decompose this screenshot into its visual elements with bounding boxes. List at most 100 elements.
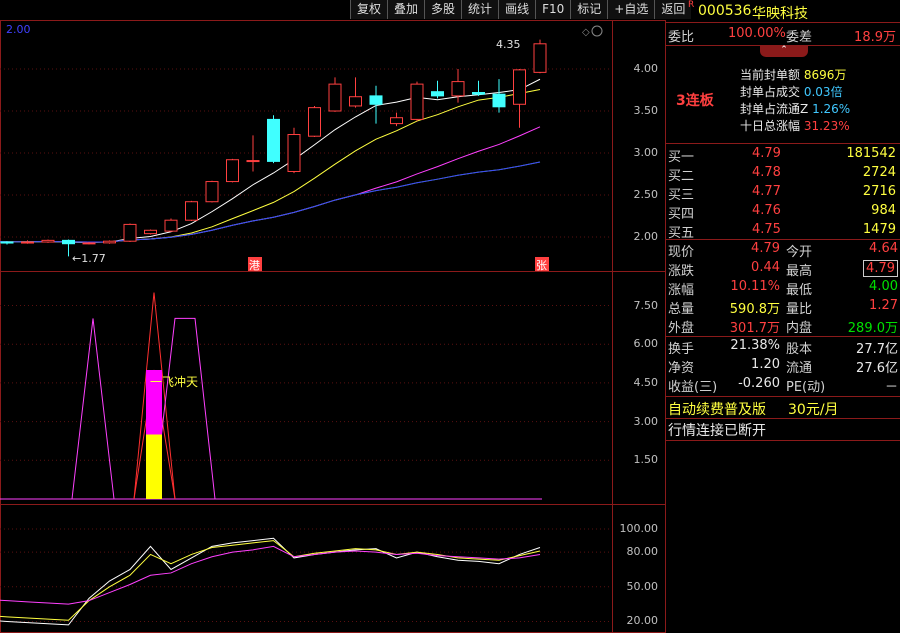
quote-stat-row: 外盘 301.7万 内盘 289.0万 [666, 317, 900, 336]
quote-stat-row: 收益(三) -0.260 PE(动) － [666, 376, 900, 395]
stat-value: 4.79 [751, 241, 780, 256]
promo-text[interactable]: 自动续费普及版 [668, 399, 766, 419]
signal-peak-line [71, 318, 115, 500]
stat-value: 1.20 [751, 357, 780, 372]
weicha-value: 18.9万 [854, 30, 896, 45]
stock-code: 000536 [698, 3, 752, 19]
quote-header: R 000536 华映科技 [666, 0, 900, 23]
stat-label: 股本 [786, 342, 813, 357]
stat-value: 289.0万 [847, 321, 898, 336]
quote-stat-row: 涨幅 10.11% 最低 4.00 [666, 279, 900, 298]
bid-label: 买二 [668, 169, 695, 184]
candle-body [369, 95, 383, 105]
candle-body [246, 160, 260, 163]
chevron-diamond-icon[interactable]: ◇ [582, 27, 590, 38]
bid-row[interactable]: 买一 4.79 181542 [666, 146, 900, 165]
chart-canvas[interactable]: 2.00 4.35 ←1.77 港 张 一飞冲天 ◇ [0, 0, 666, 633]
bid-row[interactable]: 买四 4.76 984 [666, 203, 900, 222]
bid-price: 4.79 [752, 146, 781, 161]
bid-price: 4.77 [752, 184, 781, 199]
promo-price[interactable]: 30元/月 [788, 399, 839, 419]
weibi-value: 100.00% [728, 26, 786, 41]
r-mark: R [688, 0, 695, 10]
stat-label: 总量 [668, 302, 695, 317]
stat-label: 现价 [668, 245, 695, 260]
indicator2-axis-tick: 80.00 [626, 545, 659, 559]
candle-body [533, 43, 547, 73]
oscillator-line [0, 537, 541, 626]
bid-label: 买一 [668, 150, 695, 165]
info-row: 当前封单额 8696万 [740, 68, 847, 82]
candle-body [144, 229, 157, 235]
bid-label: 买三 [668, 188, 695, 203]
price-axis-tick: 3.00 [633, 146, 659, 159]
bid-price: 4.78 [752, 165, 781, 180]
candle-body [226, 159, 239, 183]
bid-row[interactable]: 买二 4.78 2724 [666, 165, 900, 184]
separator [666, 418, 900, 419]
stat-value: 10.11% [730, 279, 780, 294]
settings-gear-icon[interactable] [591, 25, 603, 37]
stat-label: 今开 [786, 245, 813, 260]
bid-price: 4.75 [752, 222, 781, 237]
stat-value: 21.38% [730, 338, 780, 353]
separator [666, 396, 900, 397]
stat-value: － [884, 380, 898, 395]
connection-status: 行情连接已断开 [668, 423, 766, 439]
quote-stat-row: 现价 4.79 今开 4.64 [666, 241, 900, 260]
ma60-line [0, 161, 541, 243]
stat-label: 最低 [786, 283, 813, 298]
bid-row[interactable]: 买三 4.77 2716 [666, 184, 900, 203]
stat-label: PE(动) [786, 380, 826, 395]
quote-stat-row: 换手 21.38% 股本 27.7亿 [666, 338, 900, 357]
separator [666, 440, 900, 441]
indicator2-axis-tick: 50.00 [626, 579, 659, 593]
candle-body [82, 242, 96, 245]
stat-value: 4.64 [869, 241, 898, 256]
candle-body [62, 239, 75, 245]
indicator2-axis-tick: 100.00 [619, 522, 659, 536]
candle-body [21, 241, 34, 244]
candle-body [267, 118, 280, 162]
stat-label: 换手 [668, 342, 695, 357]
price-axis-tick: 3.50 [633, 104, 659, 117]
candle-body [123, 223, 137, 242]
indicator-signal-label: 一飞冲天 [150, 374, 198, 389]
collapse-chevron-icon[interactable]: ⌃ [760, 45, 808, 57]
stat-label: 涨跌 [668, 264, 695, 279]
indicator1-axis-tick: 1.50 [633, 453, 659, 467]
separator [666, 143, 900, 144]
candle-body [431, 91, 444, 97]
promo-row[interactable]: 自动续费普及版 30元/月 [666, 399, 900, 418]
signal-peak-line [153, 317, 216, 500]
price-axis-tick: 2.00 [633, 230, 659, 243]
stock-name: 华映科技 [752, 6, 808, 22]
candle-body [205, 181, 219, 203]
candle-body [390, 117, 403, 125]
stat-value: 0.44 [751, 260, 780, 275]
separator [666, 239, 900, 240]
separator [666, 336, 900, 337]
stat-label: 收益(三) [668, 380, 718, 395]
info-row: 封单占成交 0.03倍 [740, 85, 843, 99]
stat-label: 最高 [786, 264, 813, 279]
stat-value: 1.27 [869, 298, 898, 313]
oscillator-line [0, 545, 541, 605]
bid-label: 买四 [668, 207, 695, 222]
stat-label: 外盘 [668, 321, 695, 336]
min-price-label: ←1.77 [72, 252, 106, 265]
main-chart-top-value: 2.00 [6, 23, 31, 36]
bid-price: 4.76 [752, 203, 781, 218]
quote-stat-row: 总量 590.8万 量比 1.27 [666, 298, 900, 317]
stat-value: 590.8万 [729, 302, 780, 317]
seal-info-list: 当前封单额 8696万 封单占成交 0.03倍 封单占流通Z 1.26% 十日总… [740, 66, 900, 134]
indicator1-axis-tick: 4.50 [633, 375, 659, 389]
candle-body [513, 69, 526, 105]
signal-bar [146, 434, 162, 499]
candle-body [164, 219, 178, 232]
candle-body [287, 134, 301, 172]
price-axis-tick: 2.50 [633, 188, 659, 201]
candle-body [492, 93, 506, 108]
indicator1-axis-tick: 7.50 [633, 298, 659, 312]
marker-gang: 港 [249, 259, 260, 272]
